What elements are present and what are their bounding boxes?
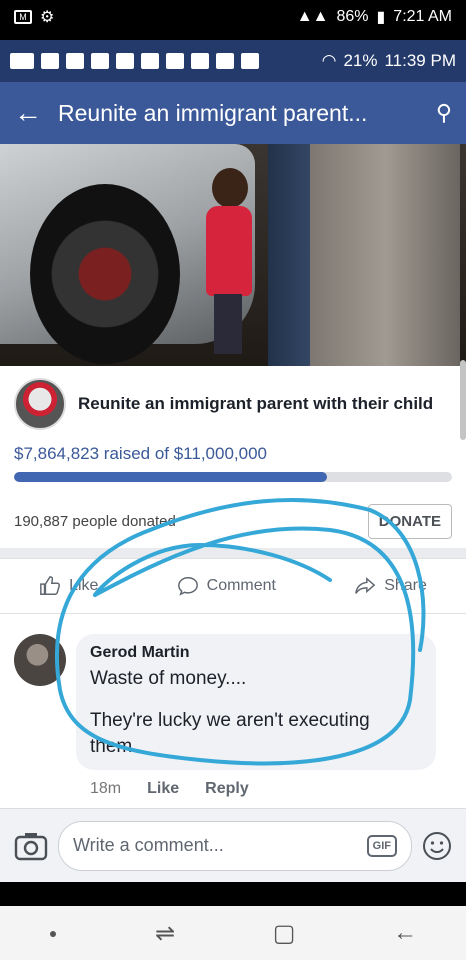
bookmark-icon — [191, 53, 209, 69]
facebook-icon — [166, 53, 184, 69]
comment-reply-link[interactable]: Reply — [205, 780, 249, 798]
back-icon[interactable]: ← — [393, 919, 417, 947]
facebook-icon — [66, 53, 84, 69]
fundraiser-card: Reunite an immigrant parent with their c… — [0, 366, 466, 548]
device-status-bar: M ⚙ ▲▲ 86% ▮ 7:21 AM — [0, 0, 466, 34]
comment-button[interactable]: Comment — [177, 575, 276, 597]
gallery-icon — [141, 53, 159, 69]
dot-icon: ● — [48, 925, 58, 941]
comment-item: Gerod Martin Waste of money.... They're … — [14, 634, 452, 770]
comment-label: Comment — [206, 577, 276, 594]
wifi-icon: ◠ — [321, 51, 337, 70]
search-icon[interactable]: ⚲ — [422, 100, 452, 126]
progress-bar-fill — [14, 472, 328, 482]
comment-like-link[interactable]: Like — [147, 780, 179, 798]
like-button[interactable]: Like — [39, 575, 98, 597]
comment-bubble[interactable]: Gerod Martin Waste of money.... They're … — [76, 634, 436, 770]
facebook-icon — [41, 53, 59, 69]
fundraiser-avatar[interactable] — [14, 378, 66, 430]
more-apps-icon — [10, 53, 34, 69]
inner-status-bar: ◠ 21% 11:39 PM — [0, 40, 466, 82]
app-header: ← Reunite an immigrant parent... ⚲ — [0, 82, 466, 144]
notification-icon — [91, 53, 109, 69]
settings-icon: ⚙ — [40, 9, 55, 26]
thumbs-up-icon — [40, 576, 61, 595]
adult-figure — [310, 144, 460, 366]
comment-section: Gerod Martin Waste of money.... They're … — [0, 614, 466, 812]
donor-count: 190,887 people donated — [14, 513, 176, 530]
fundraiser-cover-photo[interactable] — [0, 144, 466, 366]
comment-author[interactable]: Gerod Martin — [90, 644, 422, 662]
fundraiser-title[interactable]: Reunite an immigrant parent with their c… — [78, 394, 433, 414]
system-nav-bar: ● ⇌ ▢ ← — [0, 906, 466, 960]
commenter-avatar[interactable] — [14, 634, 66, 686]
page-title: Reunite an immigrant parent... — [58, 99, 368, 126]
emoji-icon[interactable] — [422, 831, 452, 861]
share-button[interactable]: Share — [354, 575, 427, 597]
comment-placeholder: Write a comment... — [73, 835, 224, 855]
like-label: Like — [69, 577, 99, 594]
post-actions: Like Comment Share — [0, 558, 466, 614]
inner-time: 11:39 PM — [384, 51, 456, 70]
comment-text-line2: They're lucky we aren't executing them. — [90, 710, 370, 757]
share-icon — [355, 577, 376, 594]
mail-icon: M — [14, 10, 32, 24]
progress-bar — [14, 472, 452, 482]
comment-text-line1: Waste of money.... — [90, 668, 247, 689]
instagram-icon — [116, 53, 134, 69]
gmail-icon — [241, 53, 259, 69]
comment-time: 18m — [90, 780, 122, 797]
share-label: Share — [384, 577, 427, 594]
write-comment-bar: Write a comment... GIF — [0, 808, 466, 882]
battery-icon: ▮ — [376, 9, 386, 26]
ebay-icon — [216, 53, 234, 69]
inner-battery-percent: 21% — [343, 51, 378, 70]
amount-raised: $7,864,823 raised of $11,000,000 — [14, 444, 268, 463]
gif-button[interactable]: GIF — [366, 834, 397, 857]
battery-percent: 86% — [336, 8, 369, 25]
signal-icon: ▲▲ — [296, 8, 329, 25]
status-time: 7:21 AM — [393, 8, 452, 25]
camera-icon[interactable] — [14, 831, 48, 861]
donate-button[interactable]: DONATE — [367, 504, 452, 539]
wheel — [30, 184, 180, 364]
recents-icon[interactable]: ⇌ — [155, 919, 175, 948]
comment-icon — [177, 577, 198, 596]
comment-meta: 18m Like Reply — [90, 780, 452, 798]
home-icon[interactable]: ▢ — [273, 919, 296, 948]
comment-input[interactable]: Write a comment... GIF — [58, 820, 412, 871]
crying-child — [200, 164, 260, 364]
scroll-indicator — [460, 360, 466, 440]
captured-screen: ◠ 21% 11:39 PM ← Reunite an immigrant pa… — [0, 40, 466, 882]
back-arrow-icon[interactable]: ← — [14, 97, 58, 129]
